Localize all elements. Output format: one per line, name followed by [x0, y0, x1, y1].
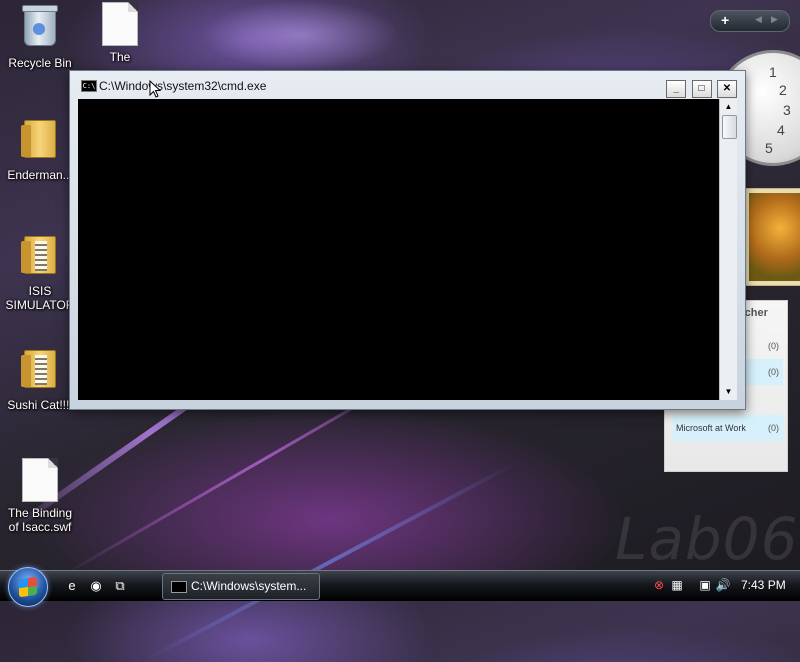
desktop-icon-enderman[interactable]: Enderman... — [0, 116, 80, 182]
desktop-icon-label: Recycle Bin — [8, 56, 72, 70]
document-icon — [100, 2, 140, 46]
desktop-icon-the[interactable]: The — [80, 2, 160, 64]
next-icon[interactable]: ▶ — [771, 14, 778, 25]
previous-icon[interactable]: ◀ — [755, 14, 762, 25]
wallpaper-watermark: Lab06 — [615, 505, 799, 573]
close-button[interactable]: ✕ — [717, 80, 737, 98]
feed-count: (0) — [768, 423, 779, 433]
volume-icon[interactable]: 🔊 — [715, 577, 731, 593]
slideshow-image — [749, 193, 800, 281]
folder-icon — [20, 120, 60, 164]
window-titlebar[interactable]: C:\ C:\Windows\system32\cmd.exe _ □ ✕ — [73, 74, 742, 98]
recycle-bin-icon — [20, 5, 60, 52]
media-player-icon[interactable]: ◉ — [88, 578, 104, 594]
vertical-scrollbar[interactable]: ▲ ▼ — [719, 99, 737, 400]
switch-windows-icon[interactable]: ⧉ — [112, 578, 128, 594]
wallpaper-streak — [143, 461, 517, 662]
security-alert-icon[interactable]: ⊗ — [651, 577, 667, 593]
clock-number: 1 — [769, 64, 777, 80]
feed-row[interactable] — [673, 441, 783, 467]
feed-row[interactable]: Microsoft at Work (0) — [673, 415, 783, 441]
cmd-window[interactable]: C:\ C:\Windows\system32\cmd.exe _ □ ✕ ▲ … — [69, 70, 746, 410]
zip-folder-icon — [20, 350, 60, 394]
add-gadget-icon[interactable]: + — [721, 12, 729, 28]
windows-logo-icon — [19, 576, 37, 598]
cmd-icon — [171, 581, 187, 593]
cmd-icon[interactable]: C:\ — [81, 80, 97, 92]
slideshow-gadget[interactable] — [744, 188, 800, 286]
scroll-thumb[interactable] — [722, 115, 737, 139]
gadget-controls[interactable]: + ◀ ▶ — [710, 10, 790, 32]
document-icon — [20, 458, 60, 502]
clock-number: 3 — [783, 102, 791, 118]
clock-number: 2 — [779, 82, 787, 98]
clock-number: 5 — [765, 140, 773, 156]
wallpaper-glow — [200, 0, 400, 70]
clock-number: 4 — [777, 122, 785, 138]
network-icon[interactable]: ▣ — [697, 577, 713, 593]
windows-flag-icon[interactable]: ▦ — [669, 577, 685, 593]
desktop-icon-label: The Binding of Isacc.swf — [7, 506, 73, 534]
desktop-icon-isis-simulator[interactable]: ISIS SIMULATOR — [0, 232, 80, 312]
desktop-icon-binding-of-isaac[interactable]: The Binding of Isacc.swf — [0, 458, 80, 534]
desktop-icon-label: Sushi Cat!!!! — [7, 398, 73, 412]
desktop-icon-label: Enderman... — [7, 168, 73, 182]
desktop-icon-label: ISIS SIMULATOR — [5, 284, 75, 312]
zip-folder-icon — [20, 236, 60, 280]
internet-explorer-icon[interactable]: e — [64, 578, 80, 594]
start-button[interactable] — [8, 567, 48, 607]
window-title: C:\Windows\system32\cmd.exe — [99, 79, 267, 93]
scroll-down-icon[interactable]: ▼ — [722, 385, 735, 399]
scroll-up-icon[interactable]: ▲ — [722, 100, 735, 114]
mouse-pointer-icon — [149, 80, 161, 98]
desktop-icon-recycle-bin[interactable]: Recycle Bin — [0, 4, 80, 70]
taskbar-button-cmd[interactable]: C:\Windows\system... — [162, 573, 320, 600]
feed-count: (0) — [768, 367, 779, 377]
minimize-button[interactable]: _ — [666, 80, 687, 98]
feed-count: (0) — [768, 341, 779, 351]
taskbar-button-label: C:\Windows\system... — [191, 579, 307, 593]
desktop-icon-sushi-cat[interactable]: Sushi Cat!!!! — [0, 346, 80, 412]
console-area[interactable] — [78, 99, 719, 400]
taskbar: e ◉ ⧉ C:\Windows\system... ⊗ ▦ ▣ 🔊 7:43 … — [0, 567, 800, 607]
desktop-icon-label: The — [109, 50, 131, 64]
maximize-button[interactable]: □ — [691, 80, 712, 98]
clock-time[interactable]: 7:43 PM — [741, 578, 786, 592]
feed-item-name: Microsoft at Work — [676, 423, 746, 433]
